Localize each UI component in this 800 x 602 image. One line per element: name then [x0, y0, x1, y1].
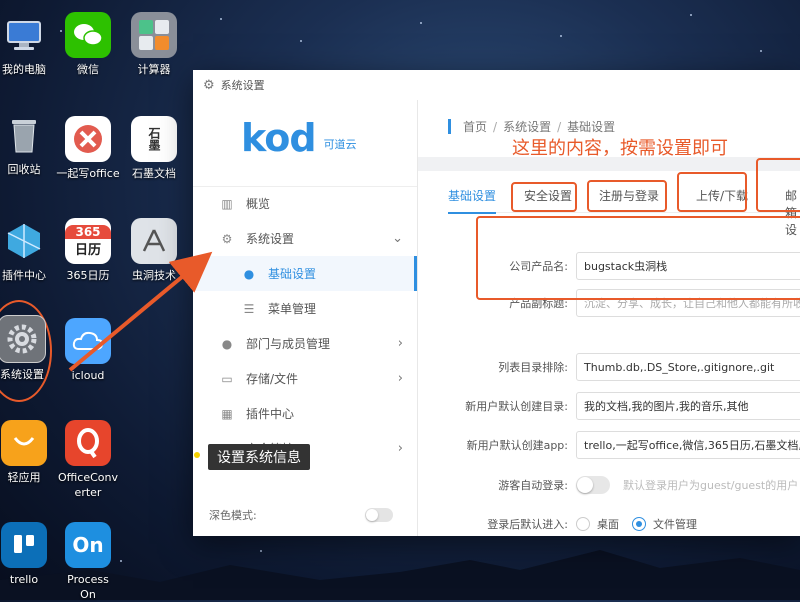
tooltip-indicator-dot — [194, 452, 200, 458]
tooltip: 设置系统信息 — [208, 444, 310, 470]
annotation-arrow — [68, 251, 213, 372]
